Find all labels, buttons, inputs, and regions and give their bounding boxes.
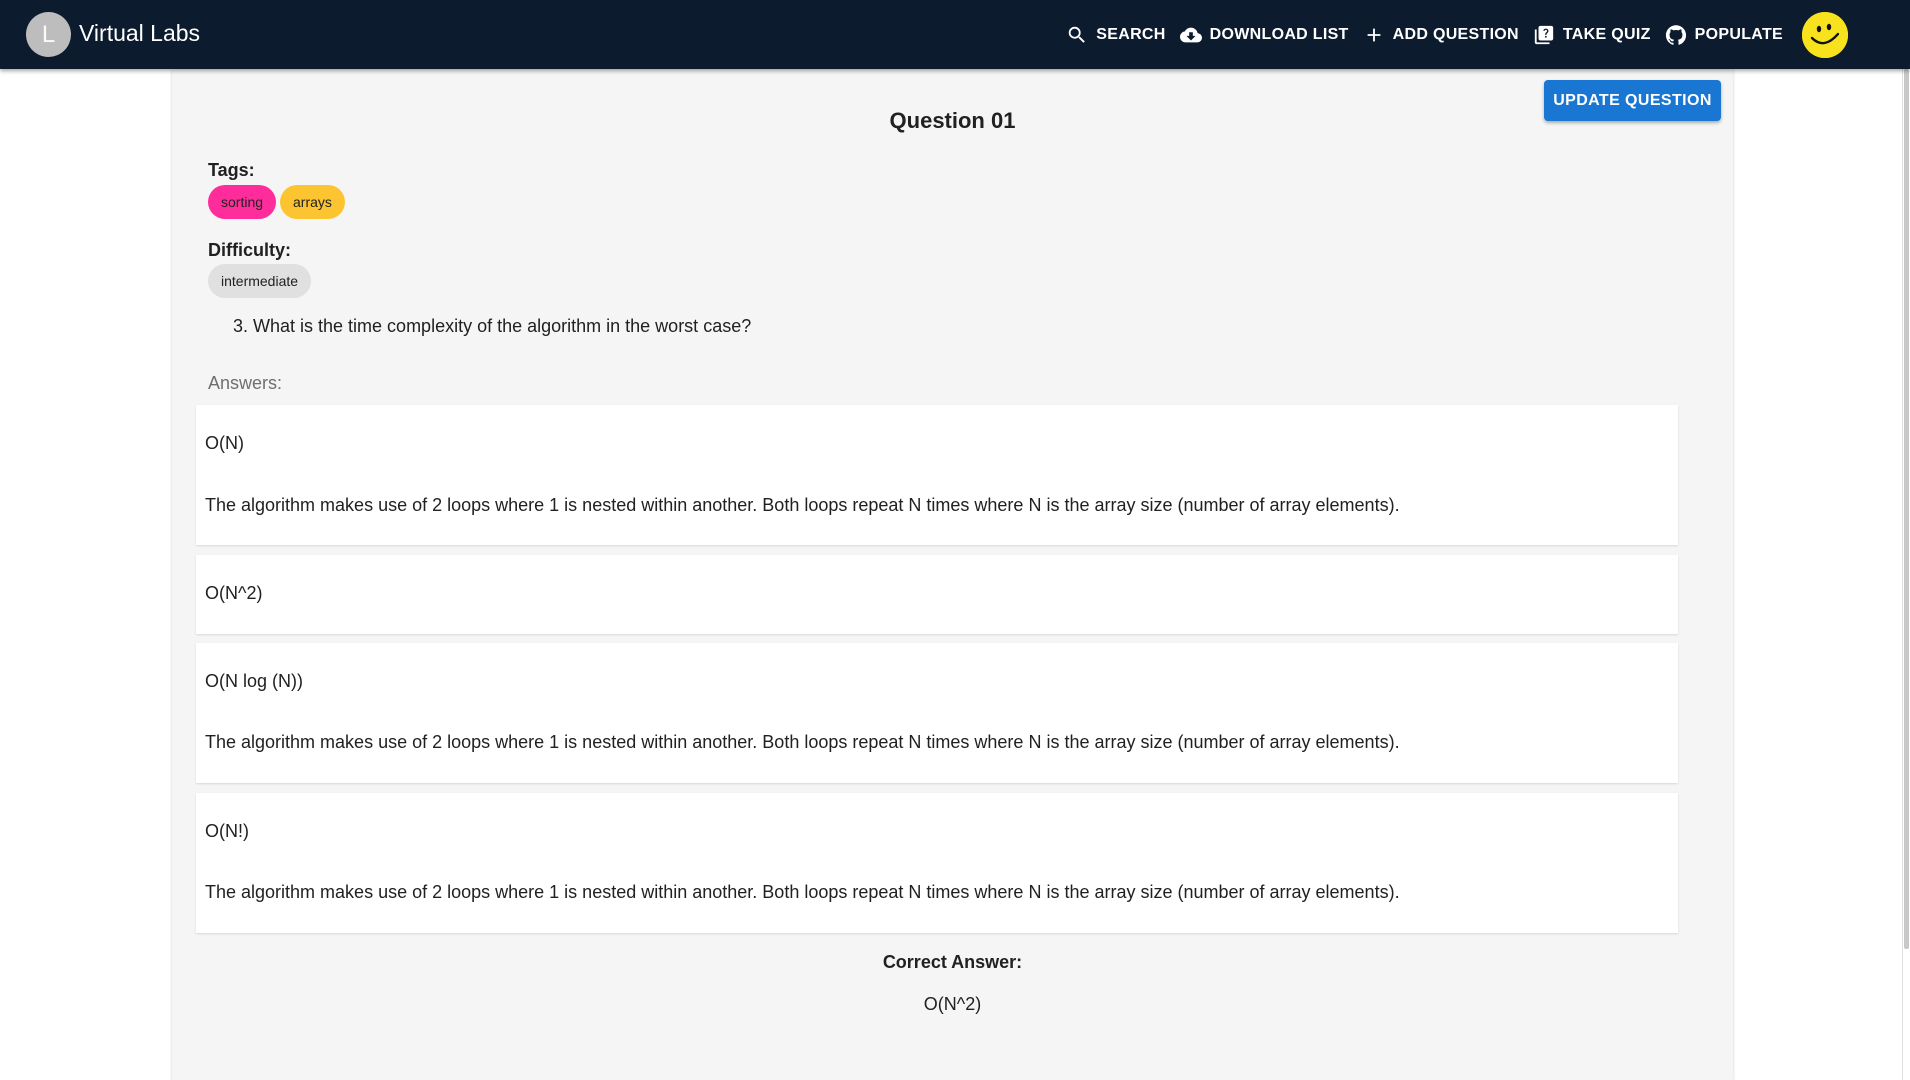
user-avatar[interactable] xyxy=(1802,11,1848,58)
correct-answer-value: O(N^2) xyxy=(923,994,982,1014)
answer-option: O(N!) xyxy=(205,821,249,841)
answer-explanation: The algorithm makes use of 2 loops where… xyxy=(205,732,1400,752)
answers-label: Answers: xyxy=(208,373,283,393)
scrollbar-thumb[interactable] xyxy=(1904,69,1909,949)
question-text: 3. What is the time complexity of the al… xyxy=(233,316,752,336)
nav-add-question-button[interactable]: Add Question xyxy=(1356,13,1526,57)
nav-take-quiz-button[interactable]: Take Quiz xyxy=(1526,13,1658,57)
search-icon xyxy=(1069,26,1086,43)
nav-add-question-label: Add Question xyxy=(1392,25,1519,43)
tags-label: Tags: xyxy=(208,160,255,180)
update-question-button[interactable]: Update Question xyxy=(1544,80,1721,121)
quiz-icon xyxy=(1534,25,1554,44)
correct-answer-label: Correct Answer: xyxy=(882,952,1023,972)
plus-icon xyxy=(1367,28,1381,41)
tag-chip-sorting[interactable]: sorting xyxy=(208,185,277,219)
nav-download-list-label: Download List xyxy=(1209,25,1349,43)
answer-card[interactable]: O(N log (N)) The algorithm makes use of … xyxy=(196,643,1678,783)
nav-take-quiz-label: Take Quiz xyxy=(1562,25,1651,43)
brand-avatar-letter: L xyxy=(41,20,56,48)
nav-download-list-button[interactable]: Download List xyxy=(1173,13,1356,57)
nav-populate-button[interactable]: Populate xyxy=(1658,13,1790,57)
nav-populate-label: Populate xyxy=(1694,25,1783,43)
brand-avatar: L xyxy=(26,12,71,57)
app-title[interactable]: Virtual Labs xyxy=(79,20,200,47)
answer-option: O(N log (N)) xyxy=(205,671,303,691)
difficulty-label: Difficulty: xyxy=(208,240,291,260)
answer-card[interactable]: O(N^2) xyxy=(196,555,1678,634)
nav-search-button[interactable]: Search xyxy=(1059,13,1172,57)
answer-card[interactable]: O(N!) The algorithm makes use of 2 loops… xyxy=(196,793,1678,933)
cloud-download-icon xyxy=(1179,27,1202,42)
answer-explanation: The algorithm makes use of 2 loops where… xyxy=(205,882,1400,902)
tag-chip-arrays[interactable]: arrays xyxy=(280,185,345,219)
answer-card[interactable]: O(N) The algorithm makes use of 2 loops … xyxy=(196,405,1678,545)
answer-option: O(N^2) xyxy=(205,583,263,603)
question-title: Question 01 xyxy=(889,108,1016,133)
nav-search-label: Search xyxy=(1096,25,1166,43)
answer-option: O(N) xyxy=(205,433,244,453)
app-bar: L Virtual Labs Search Download List Add … xyxy=(0,0,1910,69)
github-icon xyxy=(1665,24,1686,45)
answer-explanation: The algorithm makes use of 2 loops where… xyxy=(205,495,1400,515)
difficulty-chip[interactable]: intermediate xyxy=(208,264,312,298)
nav-bar: Search Download List Add Question Take Q… xyxy=(1059,0,1848,69)
smiley-face-icon xyxy=(1802,11,1848,58)
